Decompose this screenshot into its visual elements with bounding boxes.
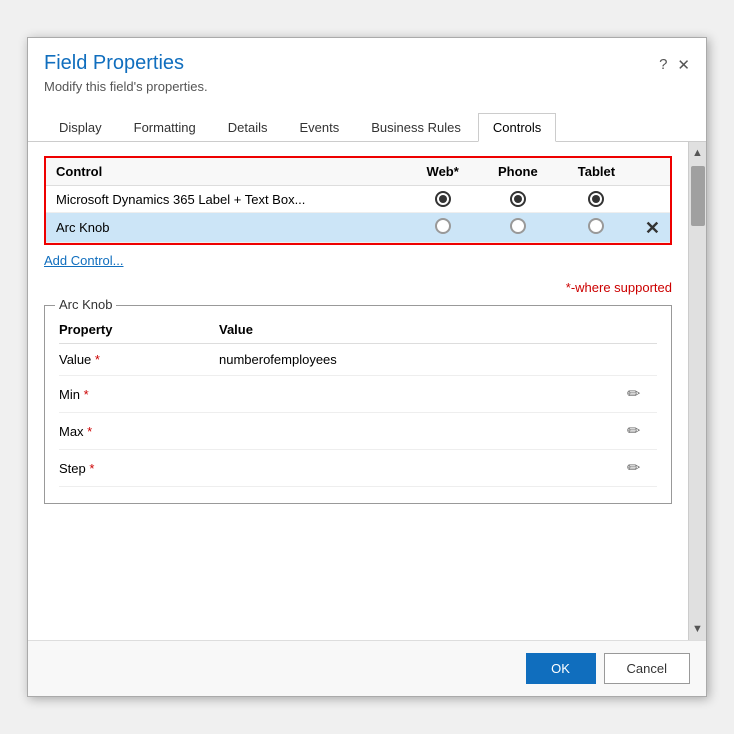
tab-business-rules[interactable]: Business Rules bbox=[356, 113, 476, 142]
radio-web-row1[interactable] bbox=[435, 191, 451, 207]
value-header: Value bbox=[219, 316, 627, 344]
radio-web-row2[interactable] bbox=[435, 218, 451, 234]
prop-label-step: Step * bbox=[59, 450, 219, 487]
edit-cell-step[interactable]: ✏ bbox=[627, 450, 657, 487]
cancel-button[interactable]: Cancel bbox=[604, 653, 690, 684]
table-row: Step * ✏ bbox=[59, 450, 657, 487]
col-header-tablet: Tablet bbox=[558, 158, 635, 186]
dialog-body: Control Web* Phone Tablet Microsoft Dyna… bbox=[28, 142, 706, 640]
prop-label-value: Value * bbox=[59, 344, 219, 376]
table-row[interactable]: Arc Knob ✕ bbox=[46, 213, 670, 243]
scrollbar: ▲ ▼ bbox=[688, 142, 706, 640]
dialog-title: Field Properties bbox=[44, 52, 208, 75]
tablet-radio-filled[interactable] bbox=[558, 186, 635, 213]
tab-display[interactable]: Display bbox=[44, 113, 117, 142]
scroll-up-arrow[interactable]: ▲ bbox=[692, 144, 703, 162]
tab-formatting[interactable]: Formatting bbox=[119, 113, 211, 142]
prop-value-step bbox=[219, 450, 627, 487]
phone-radio-filled[interactable] bbox=[478, 186, 558, 213]
edit-cell-max[interactable]: ✏ bbox=[627, 413, 657, 450]
required-star: * bbox=[84, 387, 89, 402]
required-star: * bbox=[95, 352, 100, 367]
ok-button[interactable]: OK bbox=[526, 653, 596, 684]
edit-icon-min[interactable]: ✏ bbox=[627, 386, 640, 403]
scroll-down-arrow[interactable]: ▼ bbox=[692, 620, 703, 638]
required-star: * bbox=[87, 424, 92, 439]
radio-tablet-row2[interactable] bbox=[588, 218, 604, 234]
delete-icon[interactable]: ✕ bbox=[645, 218, 660, 238]
col-header-control: Control bbox=[46, 158, 408, 186]
close-icon[interactable]: ✕ bbox=[677, 56, 690, 74]
dialog-subtitle: Modify this field's properties. bbox=[44, 79, 208, 94]
section-title: Arc Knob bbox=[55, 297, 116, 312]
prop-header: Property bbox=[59, 316, 219, 344]
col-header-web: Web* bbox=[408, 158, 478, 186]
tab-bar: Display Formatting Details Events Busine… bbox=[28, 112, 706, 142]
table-row: Microsoft Dynamics 365 Label + Text Box.… bbox=[46, 186, 670, 213]
properties-table: Property Value Value * numberofemployees bbox=[59, 316, 657, 487]
controls-table: Control Web* Phone Tablet Microsoft Dyna… bbox=[46, 158, 670, 243]
radio-phone-row2[interactable] bbox=[510, 218, 526, 234]
arc-knob-section: Arc Knob Property Value Value * bbox=[44, 305, 672, 504]
table-row: Value * numberofemployees bbox=[59, 344, 657, 376]
control-name-arc: Arc Knob bbox=[46, 213, 408, 243]
tablet-radio-empty[interactable] bbox=[558, 213, 635, 243]
help-icon[interactable]: ? bbox=[659, 56, 667, 74]
prop-value-min bbox=[219, 376, 627, 413]
dialog-header: Field Properties Modify this field's pro… bbox=[28, 38, 706, 102]
dialog-footer: OK Cancel bbox=[28, 640, 706, 696]
required-star: * bbox=[89, 461, 94, 476]
web-radio-empty[interactable] bbox=[408, 213, 478, 243]
controls-table-wrapper: Control Web* Phone Tablet Microsoft Dyna… bbox=[44, 156, 672, 245]
edit-icon-max[interactable]: ✏ bbox=[627, 423, 640, 440]
table-row: Max * ✏ bbox=[59, 413, 657, 450]
main-content: Control Web* Phone Tablet Microsoft Dyna… bbox=[28, 142, 688, 640]
scroll-thumb[interactable] bbox=[691, 166, 705, 226]
header-actions: ? ✕ bbox=[659, 56, 690, 74]
header-text: Field Properties Modify this field's pro… bbox=[44, 52, 208, 94]
edit-icon-step[interactable]: ✏ bbox=[627, 460, 640, 477]
col-header-phone: Phone bbox=[478, 158, 558, 186]
web-radio-filled[interactable] bbox=[408, 186, 478, 213]
prop-value-max bbox=[219, 413, 627, 450]
edit-cell-min[interactable]: ✏ bbox=[627, 376, 657, 413]
control-name: Microsoft Dynamics 365 Label + Text Box.… bbox=[46, 186, 408, 213]
tab-events[interactable]: Events bbox=[285, 113, 355, 142]
tab-details[interactable]: Details bbox=[213, 113, 283, 142]
add-control-link[interactable]: Add Control... bbox=[44, 253, 124, 268]
tab-controls[interactable]: Controls bbox=[478, 113, 556, 142]
table-row: Min * ✏ bbox=[59, 376, 657, 413]
phone-radio-empty[interactable] bbox=[478, 213, 558, 243]
prop-label-max: Max * bbox=[59, 413, 219, 450]
supported-note: *-where supported bbox=[44, 280, 672, 295]
field-properties-dialog: Field Properties Modify this field's pro… bbox=[27, 37, 707, 697]
prop-label-min: Min * bbox=[59, 376, 219, 413]
prop-value-value: numberofemployees bbox=[219, 344, 627, 376]
radio-tablet-row1[interactable] bbox=[588, 191, 604, 207]
delete-cell[interactable]: ✕ bbox=[635, 213, 670, 243]
radio-phone-row1[interactable] bbox=[510, 191, 526, 207]
